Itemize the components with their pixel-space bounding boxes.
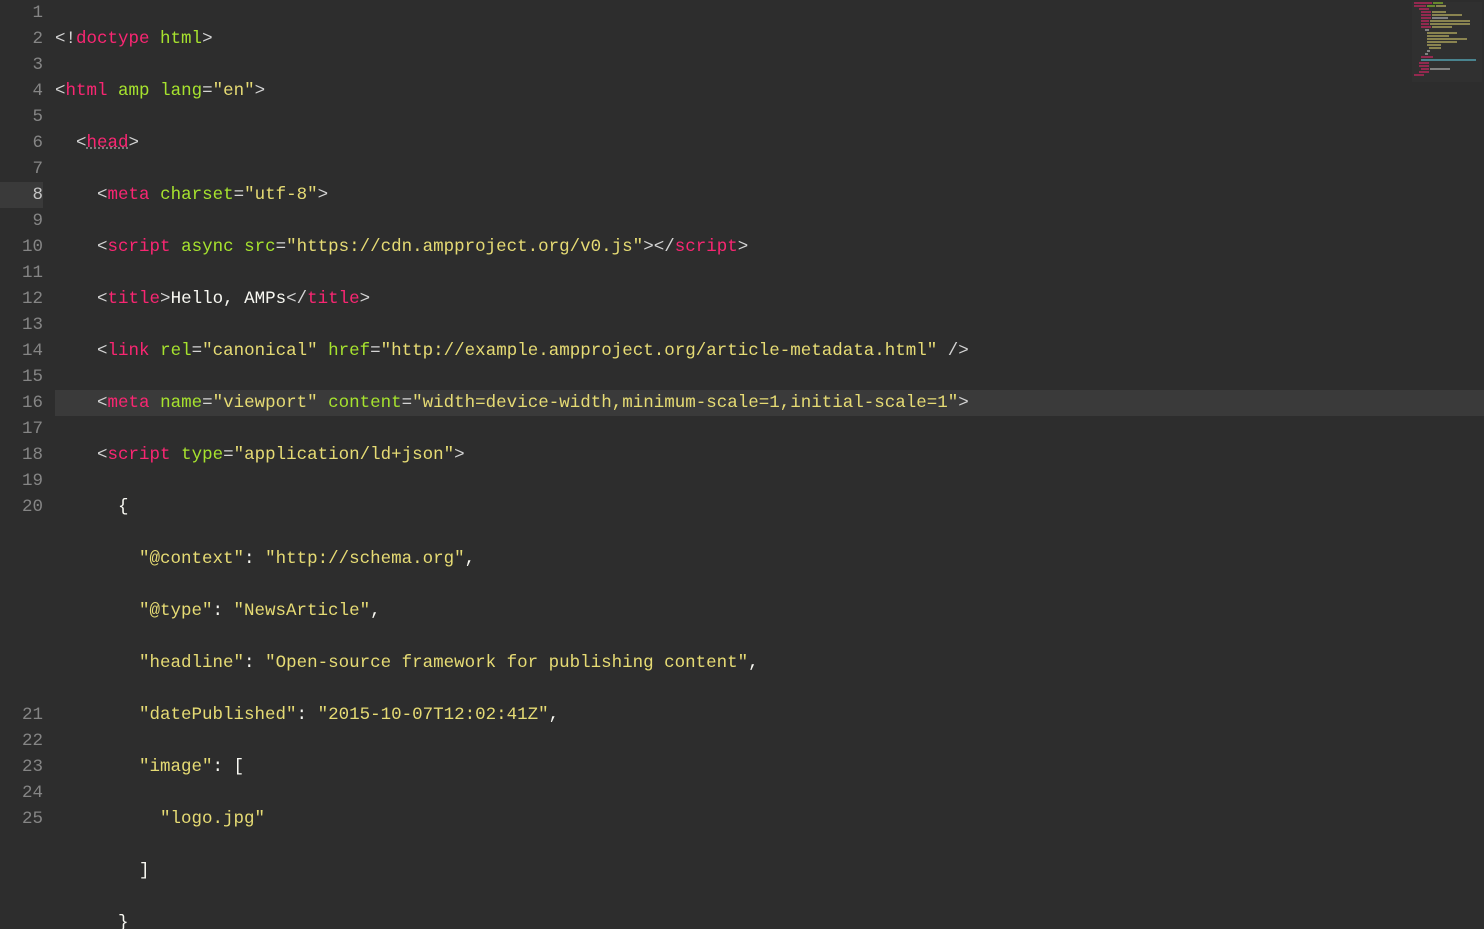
line-number: 9 [0,208,43,234]
code-line[interactable]: "logo.jpg" [55,806,1484,832]
code-area[interactable]: <!doctype html> <html amp lang="en"> <he… [55,0,1484,929]
line-number: 7 [0,156,43,182]
code-line[interactable]: <script type="application/ld+json"> [55,442,1484,468]
code-line[interactable]: <!doctype html> [55,26,1484,52]
line-number: 25 [0,806,43,832]
line-number [0,598,43,624]
line-number: 14 [0,338,43,364]
code-line[interactable]: ] [55,858,1484,884]
code-line[interactable]: "@type": "NewsArticle", [55,598,1484,624]
line-number [0,676,43,702]
line-number: 19 [0,468,43,494]
line-number: 1 [0,0,43,26]
minimap[interactable] [1412,2,1482,82]
line-number: 4 [0,78,43,104]
code-line[interactable]: } [55,910,1484,929]
line-number [0,572,43,598]
line-number: 15 [0,364,43,390]
line-number: 12 [0,286,43,312]
line-number: 6 [0,130,43,156]
code-line[interactable]: <title>Hello, AMPs</title> [55,286,1484,312]
line-number: 24 [0,780,43,806]
code-line[interactable]: "headline": "Open-source framework for p… [55,650,1484,676]
code-line[interactable]: "image": [ [55,754,1484,780]
code-editor[interactable]: 1 2 3 4 5 6 7 8 9 10 11 12 13 14 15 16 1… [0,0,1484,929]
line-number: 21 [0,702,43,728]
line-number [0,624,43,650]
code-line[interactable]: <head> [55,130,1484,156]
code-line[interactable]: "@context": "http://schema.org", [55,546,1484,572]
line-number: 2 [0,26,43,52]
code-line[interactable]: <script async src="https://cdn.ampprojec… [55,234,1484,260]
line-number: 17 [0,416,43,442]
code-line[interactable]: <link rel="canonical" href="http://examp… [55,338,1484,364]
line-number: 13 [0,312,43,338]
line-number: 22 [0,728,43,754]
code-line[interactable]: { [55,494,1484,520]
line-number: 3 [0,52,43,78]
code-line[interactable]: "datePublished": "2015-10-07T12:02:41Z", [55,702,1484,728]
line-number: 8 [0,182,43,208]
line-number [0,546,43,572]
line-number [0,650,43,676]
line-number [0,520,43,546]
line-number: 23 [0,754,43,780]
line-number: 5 [0,104,43,130]
line-number: 10 [0,234,43,260]
line-number: 16 [0,390,43,416]
code-line[interactable]: <meta charset="utf-8"> [55,182,1484,208]
line-number: 18 [0,442,43,468]
line-number: 11 [0,260,43,286]
code-line-current[interactable]: <meta name="viewport" content="width=dev… [55,390,1484,416]
code-line[interactable]: <html amp lang="en"> [55,78,1484,104]
line-number-gutter: 1 2 3 4 5 6 7 8 9 10 11 12 13 14 15 16 1… [0,0,55,929]
line-number: 20 [0,494,43,520]
